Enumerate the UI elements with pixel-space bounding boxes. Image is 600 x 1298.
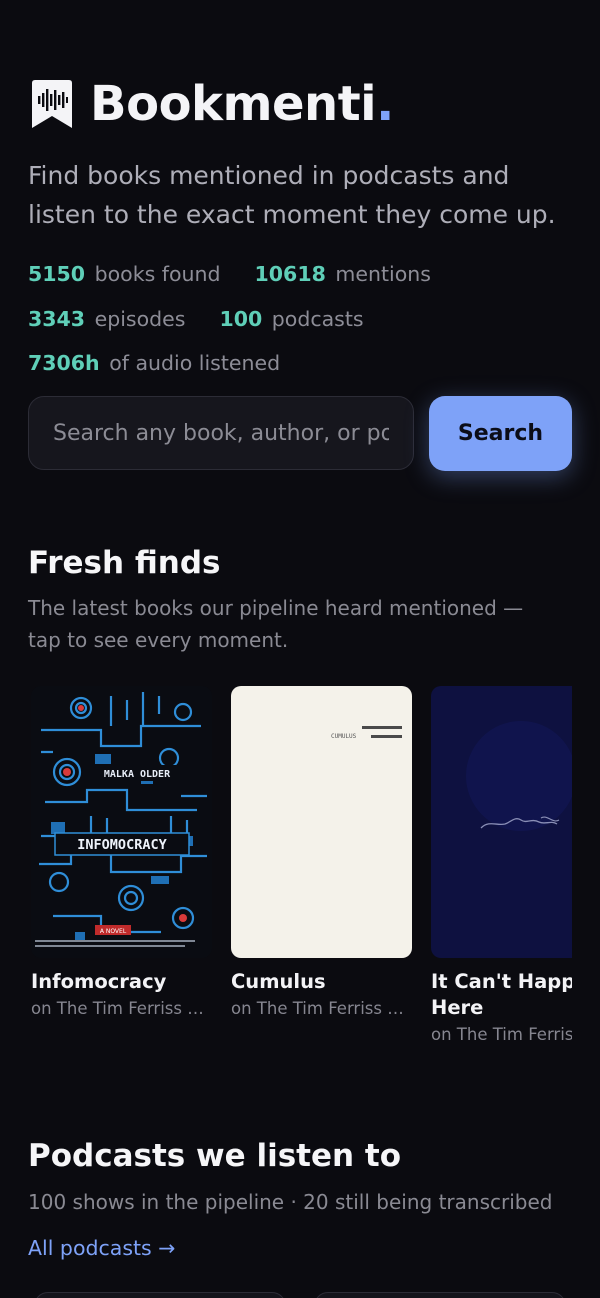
book-title: Cumulus	[231, 970, 326, 993]
search-input[interactable]	[28, 396, 414, 470]
book-title-line2: Here	[431, 996, 484, 1019]
brand[interactable]: Bookmenti.	[30, 76, 394, 132]
book-card-cumulus[interactable]: CUMULUS Cumulus on The Tim Ferriss Show	[231, 686, 412, 1018]
home-page: Bookmenti. Find books mentioned in podca…	[0, 0, 600, 1298]
brand-dot: .	[376, 76, 394, 132]
stat-podcasts: 100 podcasts	[219, 306, 364, 331]
cover-title-text: CUMULUS	[331, 733, 357, 740]
book-title-line1: It Can't Happen	[431, 970, 572, 993]
fresh-finds-subtitle-line1: The latest books our pipeline heard ment…	[28, 596, 524, 620]
search-button[interactable]: Search	[429, 396, 572, 471]
cover-tag-text: A NOVEL	[100, 928, 127, 935]
stat-episodes: 3343 episodes	[28, 306, 186, 331]
book-source: on The Tim Ferriss Show	[31, 999, 212, 1018]
bookmark-waveform-icon	[32, 80, 72, 128]
fresh-finds-title: Fresh finds	[28, 545, 221, 581]
all-podcasts-link[interactable]: All podcasts →	[28, 1236, 175, 1260]
brand-name: Bookmenti.	[90, 76, 394, 132]
podcasts-title: Podcasts we listen to	[28, 1138, 401, 1174]
stat-audio: 7306h of audio listened	[28, 351, 281, 375]
stat-mentions: 10618 mentions	[254, 262, 431, 286]
cover-title-text: INFOMOCRACY	[77, 837, 167, 853]
podcast-card[interactable]	[34, 1292, 286, 1298]
stats: 5150 books found 10618 mentions 3343 epi…	[28, 262, 588, 396]
fresh-finds-subtitle: The latest books our pipeline heard ment…	[28, 592, 523, 656]
stat-books: 5150 books found	[28, 262, 221, 286]
podcast-card[interactable]	[314, 1292, 566, 1298]
book-card-it-cant-happen-here[interactable]: It Can't Happen Here on The Tim Ferriss …	[431, 686, 572, 1044]
book-cover-it-cant-happen-here	[431, 686, 572, 958]
book-title: Infomocracy	[31, 970, 167, 993]
fresh-finds-subtitle-line2: tap to see every moment.	[28, 628, 289, 652]
fresh-finds-carousel[interactable]: MALKA OLDER INFOMOCRACY A NOVEL Infomocr…	[31, 686, 572, 1066]
tagline: Find books mentioned in podcasts and lis…	[28, 161, 556, 229]
book-source: on The Tim Ferriss Show	[431, 1025, 572, 1044]
book-card-infomocracy[interactable]: MALKA OLDER INFOMOCRACY A NOVEL Infomocr…	[31, 686, 212, 1018]
book-cover-cumulus: CUMULUS	[231, 686, 412, 958]
book-title: It Can't Happen Here	[431, 969, 572, 1021]
book-source: on The Tim Ferriss Show	[231, 999, 412, 1018]
search-bar: Search	[28, 396, 572, 472]
book-cover-infomocracy: MALKA OLDER INFOMOCRACY A NOVEL	[31, 686, 212, 958]
cover-author-text: MALKA OLDER	[104, 769, 171, 780]
podcasts-subtitle: 100 shows in the pipeline · 20 still bei…	[28, 1190, 553, 1214]
